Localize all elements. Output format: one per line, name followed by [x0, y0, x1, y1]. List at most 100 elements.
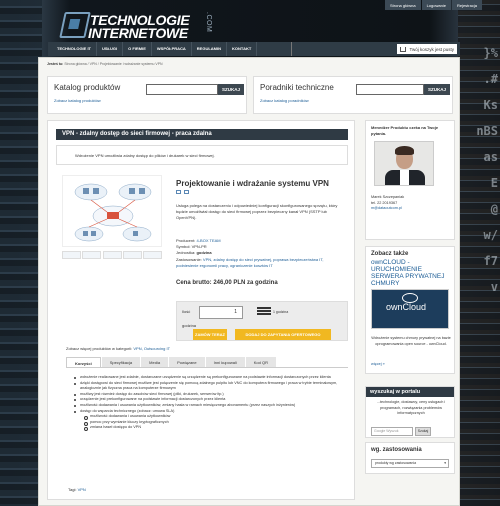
- manager-heading: Menedżer Produktu czeka na Twoje pytania…: [371, 125, 439, 136]
- manager-info: Marek Szczepaniak tel. 22 2019367 m@data…: [371, 195, 404, 212]
- breadcrumb-prefix: Jesteś tu:: [47, 62, 64, 66]
- benefits-list: wdrożenie realizowane jest zdalnie, dost…: [74, 375, 346, 431]
- product-description: Usługa polega na dostarczeniu i odpowied…: [176, 203, 338, 220]
- background-server-rack-left: [0, 0, 42, 506]
- see-also-heading: Zobacz także: [371, 251, 409, 257]
- guides-search-input[interactable]: [356, 84, 424, 95]
- producer-label: Producent:: [176, 238, 196, 243]
- manager-email[interactable]: m@dataoutcom.pl: [371, 206, 404, 212]
- guides-search-button[interactable]: SZUKAJ: [424, 84, 450, 95]
- list-item: dzięki dostępowi do sieci firmowej możli…: [74, 381, 346, 392]
- catalog-search-box: Katalog produktów SZUKAJ Zobacz katalog …: [47, 76, 247, 114]
- cart-icon: [400, 46, 407, 52]
- thumbnail[interactable]: [62, 251, 81, 259]
- page-title: VPN - zdalny dostęp do sieci firmowej - …: [56, 129, 348, 140]
- tag-link[interactable]: VPN: [78, 487, 86, 492]
- usage-label: Zastosowanie:: [176, 256, 202, 262]
- toplink-register[interactable]: Rejestracja: [451, 0, 482, 10]
- order-now-button[interactable]: ZAMÓW TERAZ: [193, 329, 227, 340]
- portal-search-box: wyszukaj w portalu ...technologie, dosta…: [365, 386, 455, 438]
- vpn-diagram-image[interactable]: [62, 175, 162, 247]
- unit-label: Jednostka:: [176, 250, 196, 256]
- cart-bar: Twój koszyk jest pusty: [291, 42, 460, 56]
- unit-selector-icon[interactable]: [257, 307, 271, 319]
- nav-item-technologie[interactable]: TECHNOLOGIE IT: [52, 42, 97, 56]
- site-logo[interactable]: TECHNOLOGIE INTERNETOWE .COM: [59, 10, 212, 41]
- qty-input[interactable]: 1: [199, 306, 243, 319]
- nav-item-uslugi[interactable]: USŁUGI: [97, 42, 124, 56]
- share-icons: [176, 190, 189, 194]
- see-also-title[interactable]: ownCLOUD - URUCHOMIENIE SERWERA PRYWATNE…: [371, 259, 451, 287]
- toplink-home[interactable]: Strona główna: [385, 0, 421, 10]
- owncloud-image[interactable]: ownCloud: [371, 289, 449, 329]
- manager-photo: [374, 141, 434, 186]
- logo-com: .COM: [205, 12, 212, 33]
- thumbnail[interactable]: [82, 251, 102, 259]
- nav-item-regulamin[interactable]: REGULAMIN: [192, 42, 228, 56]
- see-also-box: Zobacz także ownCLOUD - URUCHOMIENIE SER…: [365, 246, 455, 374]
- qty-label: Ilość: [182, 309, 191, 314]
- catalog-search-button[interactable]: SZUKAJ: [218, 84, 244, 95]
- usage-filter-heading: wg. zastosowania: [371, 447, 422, 453]
- tags: Tagi: VPN: [68, 487, 86, 492]
- tab-inni-kupowali[interactable]: Inni kupowali: [205, 357, 245, 367]
- thumbnail[interactable]: [102, 251, 122, 259]
- notice-box: Wdrożenie VPN umożliwia zdalny dostęp do…: [56, 145, 348, 165]
- nav-item-wspolpraca[interactable]: WSPÓŁPRACA: [152, 42, 192, 56]
- cart-button[interactable]: Twój koszyk jest pusty: [397, 44, 457, 54]
- unit-toggle-label: 1 godzina: [273, 310, 289, 314]
- see-also-description: Wdrożenie systemu chmury prywatnej na ba…: [371, 336, 451, 346]
- catalog-search-input[interactable]: [146, 84, 218, 95]
- breadcrumb-path[interactable]: Strona główna / VPN / Projektowanie i wd…: [64, 62, 162, 66]
- buy-box: Ilość 1 godzina 1 godzina ZAMÓW TERAZ DO…: [176, 301, 348, 341]
- main-nav: TECHNOLOGIE IT USŁUGI O FIRMIE WSPÓŁPRAC…: [48, 42, 291, 56]
- top-links: Strona główna Logowanie Rejestracja: [385, 0, 483, 10]
- product-meta: Producent: 4-BOX TEAM Symbol: VPN-PR Jed…: [176, 238, 346, 269]
- nav-item-o-firmie[interactable]: O FIRMIE: [123, 42, 152, 56]
- cart-label: Twój koszyk jest pusty: [409, 46, 454, 52]
- product-manager-box: Menedżer Produktu czeka na Twoje pytania…: [365, 120, 455, 240]
- tab-media[interactable]: Media: [141, 357, 169, 367]
- guides-search-box: Poradniki techniczne SZUKAJ Zobacz katal…: [253, 76, 453, 114]
- manager-name: Marek Szczepaniak: [371, 195, 405, 199]
- see-also-more-link[interactable]: więcej »: [371, 362, 385, 366]
- print-icon[interactable]: [176, 190, 181, 194]
- logo-line2: INTERNETOWE: [88, 25, 188, 41]
- usage-select[interactable]: produkty wg zastosowania: [371, 459, 449, 468]
- more-in-category: Zobacz więcej produktów w kategorii: VPN…: [66, 346, 170, 351]
- sub-list-item: zmiana haseł dostępu do VPN: [74, 425, 346, 431]
- product-title: Projektowanie i wdrażanie systemu VPN: [176, 179, 329, 188]
- producer-link[interactable]: 4-BOX TEAM: [196, 238, 220, 243]
- guides-link[interactable]: Zobacz katalog poradników: [260, 98, 309, 103]
- vpn-diagram-svg: [74, 183, 152, 242]
- price: Cena brutto: 246,00 PLN za godzina: [176, 280, 278, 286]
- more-cat-prefix: Zobacz więcej produktów w kategorii:: [66, 346, 133, 351]
- tab-specyfikacja[interactable]: Specyfikacja: [101, 357, 141, 367]
- nav-item-kontakt[interactable]: KONTAKT: [227, 42, 258, 56]
- portal-search-text: ...technologie, dostawcy, ceny usługach …: [376, 400, 446, 415]
- tab-powiazane[interactable]: Powiązane: [169, 357, 205, 367]
- portal-search-heading: wyszukaj w portalu: [366, 387, 454, 397]
- product-content: VPN - zdalny dostęp do sieci firmowej - …: [47, 120, 355, 500]
- breadcrumb: Jesteś tu: Strona główna / VPN / Projekt…: [47, 62, 163, 66]
- tab-korzysci[interactable]: Korzyści: [66, 357, 101, 367]
- more-cat-link[interactable]: VPN, Outsourcing IT: [133, 346, 170, 351]
- unit-value: godzina: [196, 250, 212, 256]
- owncloud-logo-text: ownCloud: [386, 302, 427, 312]
- product-tabs: Korzyści Specyfikacja Media Powiązane In…: [66, 357, 348, 368]
- logo-mark-icon: [59, 12, 91, 38]
- tags-label: Tagi:: [68, 487, 77, 492]
- add-to-quote-button[interactable]: DODAJ DO ZAPYTANIA OFERTOWEGO: [235, 329, 331, 340]
- catalog-title: Katalog produktów: [54, 83, 121, 92]
- tab-kod-qr[interactable]: Kod QR: [245, 357, 276, 367]
- portal-search-button[interactable]: Szukaj: [415, 427, 431, 436]
- thumbnail[interactable]: [122, 251, 142, 259]
- catalog-link[interactable]: Zobacz katalog produktów: [54, 98, 101, 103]
- portal-search-input[interactable]: Google Wyszuk: [371, 427, 413, 436]
- symbol-label: Symbol:: [176, 244, 191, 250]
- guides-title: Poradniki techniczne: [260, 83, 334, 92]
- email-icon[interactable]: [184, 190, 189, 194]
- thumbnail[interactable]: [143, 251, 162, 259]
- toplink-login[interactable]: Logowanie: [421, 0, 451, 10]
- usage-filter-box: wg. zastosowania produkty wg zastosowani…: [365, 442, 455, 474]
